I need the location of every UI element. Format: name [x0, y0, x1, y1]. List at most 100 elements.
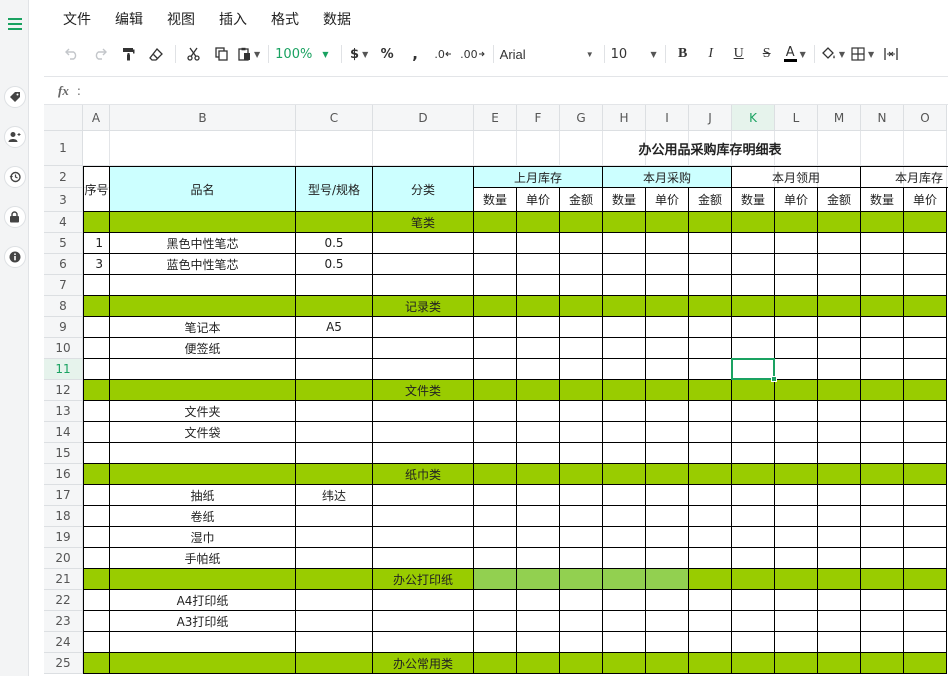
section-cell[interactable] [110, 296, 296, 317]
data-cell[interactable] [517, 275, 560, 296]
data-cell[interactable] [861, 254, 904, 275]
cut-icon[interactable] [182, 42, 204, 66]
row-header-24[interactable]: 24 [44, 632, 83, 653]
header-model[interactable]: 型号/规格 [296, 166, 373, 212]
data-cell[interactable] [818, 401, 861, 422]
data-cell[interactable] [373, 443, 474, 464]
grid-cell[interactable] [861, 131, 904, 166]
data-cell[interactable] [560, 443, 603, 464]
item-model[interactable] [296, 338, 373, 359]
data-cell[interactable] [474, 506, 517, 527]
data-cell[interactable] [474, 317, 517, 338]
section-cell[interactable] [83, 653, 110, 674]
data-cell[interactable] [474, 338, 517, 359]
item-model[interactable] [296, 548, 373, 569]
data-cell[interactable] [818, 338, 861, 359]
column-header-E[interactable]: E [474, 105, 517, 131]
data-cell[interactable] [517, 590, 560, 611]
header-amount[interactable]: 金额 [818, 188, 861, 212]
data-cell[interactable] [775, 422, 818, 443]
cell-selection[interactable] [731, 358, 775, 380]
data-cell[interactable] [732, 338, 775, 359]
section-cell[interactable] [689, 569, 732, 590]
section-cell[interactable] [775, 569, 818, 590]
data-cell[interactable] [110, 443, 296, 464]
data-cell[interactable] [689, 254, 732, 275]
data-cell[interactable] [646, 233, 689, 254]
row-header-8[interactable]: 8 [44, 296, 83, 317]
column-header-F[interactable]: F [517, 105, 560, 131]
data-cell[interactable] [517, 632, 560, 653]
section-cell[interactable] [517, 296, 560, 317]
data-cell[interactable] [603, 485, 646, 506]
section-cell[interactable] [861, 296, 904, 317]
data-cell[interactable] [818, 632, 861, 653]
data-cell[interactable] [373, 506, 474, 527]
section-cell[interactable] [904, 296, 947, 317]
section-cell[interactable] [560, 569, 603, 590]
section-cell[interactable] [646, 212, 689, 233]
item-model[interactable] [296, 401, 373, 422]
data-cell[interactable] [904, 485, 947, 506]
column-header-B[interactable]: B [110, 105, 296, 131]
section-label[interactable]: 纸巾类 [373, 464, 474, 485]
data-cell[interactable] [603, 338, 646, 359]
section-cell[interactable] [689, 380, 732, 401]
row-header-19[interactable]: 19 [44, 527, 83, 548]
data-cell[interactable] [732, 275, 775, 296]
data-cell[interactable] [689, 401, 732, 422]
copy-icon[interactable] [210, 42, 232, 66]
header-qty[interactable]: 数量 [603, 188, 646, 212]
tag-icon[interactable] [2, 84, 27, 109]
data-cell[interactable] [775, 254, 818, 275]
grid-cell[interactable] [373, 131, 474, 166]
grid-cell[interactable] [904, 131, 947, 166]
section-cell[interactable] [474, 464, 517, 485]
data-cell[interactable] [474, 422, 517, 443]
data-cell[interactable] [732, 443, 775, 464]
row-header-15[interactable]: 15 [44, 443, 83, 464]
data-cell[interactable] [732, 485, 775, 506]
item-seq[interactable] [83, 422, 110, 443]
section-cell[interactable] [775, 653, 818, 674]
section-cell[interactable] [861, 464, 904, 485]
header-amount[interactable]: 金额 [560, 188, 603, 212]
row-header-14[interactable]: 14 [44, 422, 83, 443]
data-cell[interactable] [517, 611, 560, 632]
section-cell[interactable] [861, 212, 904, 233]
data-cell[interactable] [775, 632, 818, 653]
row-header-12[interactable]: 12 [44, 380, 83, 401]
data-cell[interactable] [603, 422, 646, 443]
header-qty[interactable]: 数量 [732, 188, 775, 212]
section-cell[interactable] [83, 464, 110, 485]
data-cell[interactable] [373, 275, 474, 296]
column-header-O[interactable]: O [904, 105, 947, 131]
section-cell[interactable] [83, 296, 110, 317]
borders-icon[interactable]: ▼ [851, 42, 874, 66]
section-cell[interactable] [517, 464, 560, 485]
row-header-18[interactable]: 18 [44, 506, 83, 527]
row-header-5[interactable]: 5 [44, 233, 83, 254]
data-cell[interactable] [517, 317, 560, 338]
data-cell[interactable] [689, 527, 732, 548]
data-cell[interactable] [474, 611, 517, 632]
data-cell[interactable] [646, 527, 689, 548]
undo-icon[interactable] [61, 42, 83, 66]
row-header-13[interactable]: 13 [44, 401, 83, 422]
data-cell[interactable] [904, 632, 947, 653]
data-cell[interactable] [474, 275, 517, 296]
info-icon[interactable] [2, 244, 27, 269]
section-cell[interactable] [818, 380, 861, 401]
section-cell[interactable] [904, 380, 947, 401]
data-cell[interactable] [603, 527, 646, 548]
grid-cell[interactable] [83, 131, 110, 166]
data-cell[interactable] [861, 611, 904, 632]
item-model[interactable] [296, 506, 373, 527]
data-cell[interactable] [560, 590, 603, 611]
section-cell[interactable] [474, 653, 517, 674]
data-cell[interactable] [296, 359, 373, 380]
add-user-icon[interactable] [2, 124, 27, 149]
column-header-L[interactable]: L [775, 105, 818, 131]
data-cell[interactable] [296, 275, 373, 296]
item-seq[interactable] [83, 401, 110, 422]
